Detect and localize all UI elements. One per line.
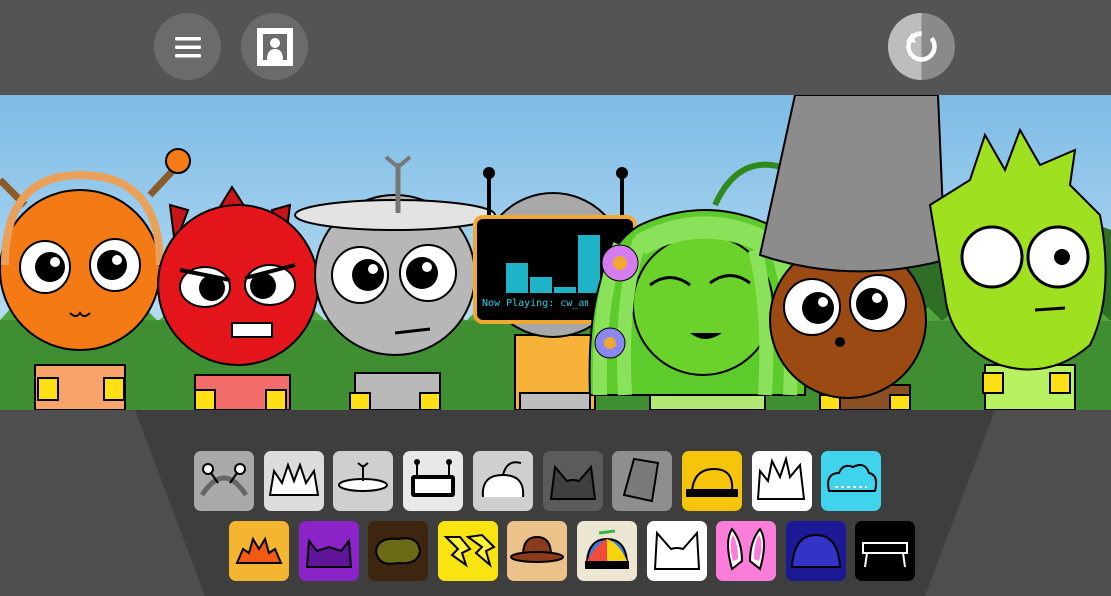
reset-cycle-icon (888, 13, 937, 80)
blue-cloud-icon (827, 464, 878, 492)
accessory-slot-propeller-cap[interactable] (577, 521, 637, 581)
accessory-slot-sprout-hair[interactable] (473, 451, 533, 511)
accessory-slot-white-spikes[interactable] (752, 451, 812, 511)
sprout-hair-icon (481, 461, 525, 498)
purple-horns-icon (305, 538, 353, 568)
pink-bunny-ears-icon (727, 527, 765, 571)
accessory-slot-brown-cowboy-hat[interactable] (507, 521, 567, 581)
hamburger-menu-icon (174, 36, 201, 57)
propeller-cap-icon (585, 529, 629, 569)
menu-button[interactable] (154, 13, 221, 80)
character-stage: Now Playing: cw_amer (0, 95, 1111, 410)
top-bar (0, 0, 1111, 95)
accessory-slot-screen-head[interactable] (403, 451, 463, 511)
accessory-slot-cat-ears-gray[interactable] (543, 451, 603, 511)
accessory-grid (0, 410, 1111, 596)
brown-bush-icon (374, 537, 422, 565)
yellow-lightning-icon (443, 533, 496, 568)
accessory-slot-white-cat-ears[interactable] (647, 521, 707, 581)
accessory-slot-orange-burst[interactable] (229, 521, 289, 581)
black-bench-icon (862, 542, 908, 568)
spiky-crown-icon (268, 462, 320, 496)
accessory-slot-antenna-headband[interactable] (194, 451, 254, 511)
accessory-slot-pink-bunny-ears[interactable] (716, 521, 776, 581)
accessory-slot-blue-dome[interactable] (786, 521, 846, 581)
portrait-mode-button[interactable] (241, 13, 308, 80)
disc-hat-icon (338, 462, 388, 492)
accessory-tray (0, 410, 1111, 596)
stage-scene (0, 95, 1111, 410)
accessory-slot-bucket-hat[interactable] (612, 451, 672, 511)
accessory-slot-purple-horns[interactable] (299, 521, 359, 581)
screen-head-icon (411, 459, 455, 497)
blue-dome-icon (790, 533, 842, 568)
accessory-slot-yellow-cap[interactable] (682, 451, 742, 511)
white-spikes-icon (756, 455, 806, 500)
orange-burst-icon (235, 536, 283, 564)
now-playing-label: Now Playing: cw_amer (482, 298, 588, 309)
accessory-slot-disc-hat[interactable] (333, 451, 393, 511)
reset-button[interactable] (888, 13, 955, 80)
antenna-headband-icon (199, 463, 249, 497)
bucket-hat-icon (622, 457, 660, 503)
accessory-slot-black-bench[interactable] (855, 521, 915, 581)
portrait-frame-icon (256, 27, 293, 66)
accessory-slot-blue-cloud[interactable] (821, 451, 881, 511)
accessory-slot-spiky-crown[interactable] (264, 451, 324, 511)
cat-ears-gray-icon (549, 464, 597, 500)
brown-cowboy-hat-icon (510, 535, 564, 563)
accessory-slot-yellow-lightning[interactable] (438, 521, 498, 581)
accessory-slot-brown-bush[interactable] (368, 521, 428, 581)
yellow-cap-icon (686, 467, 738, 497)
white-cat-ears-icon (653, 530, 701, 570)
